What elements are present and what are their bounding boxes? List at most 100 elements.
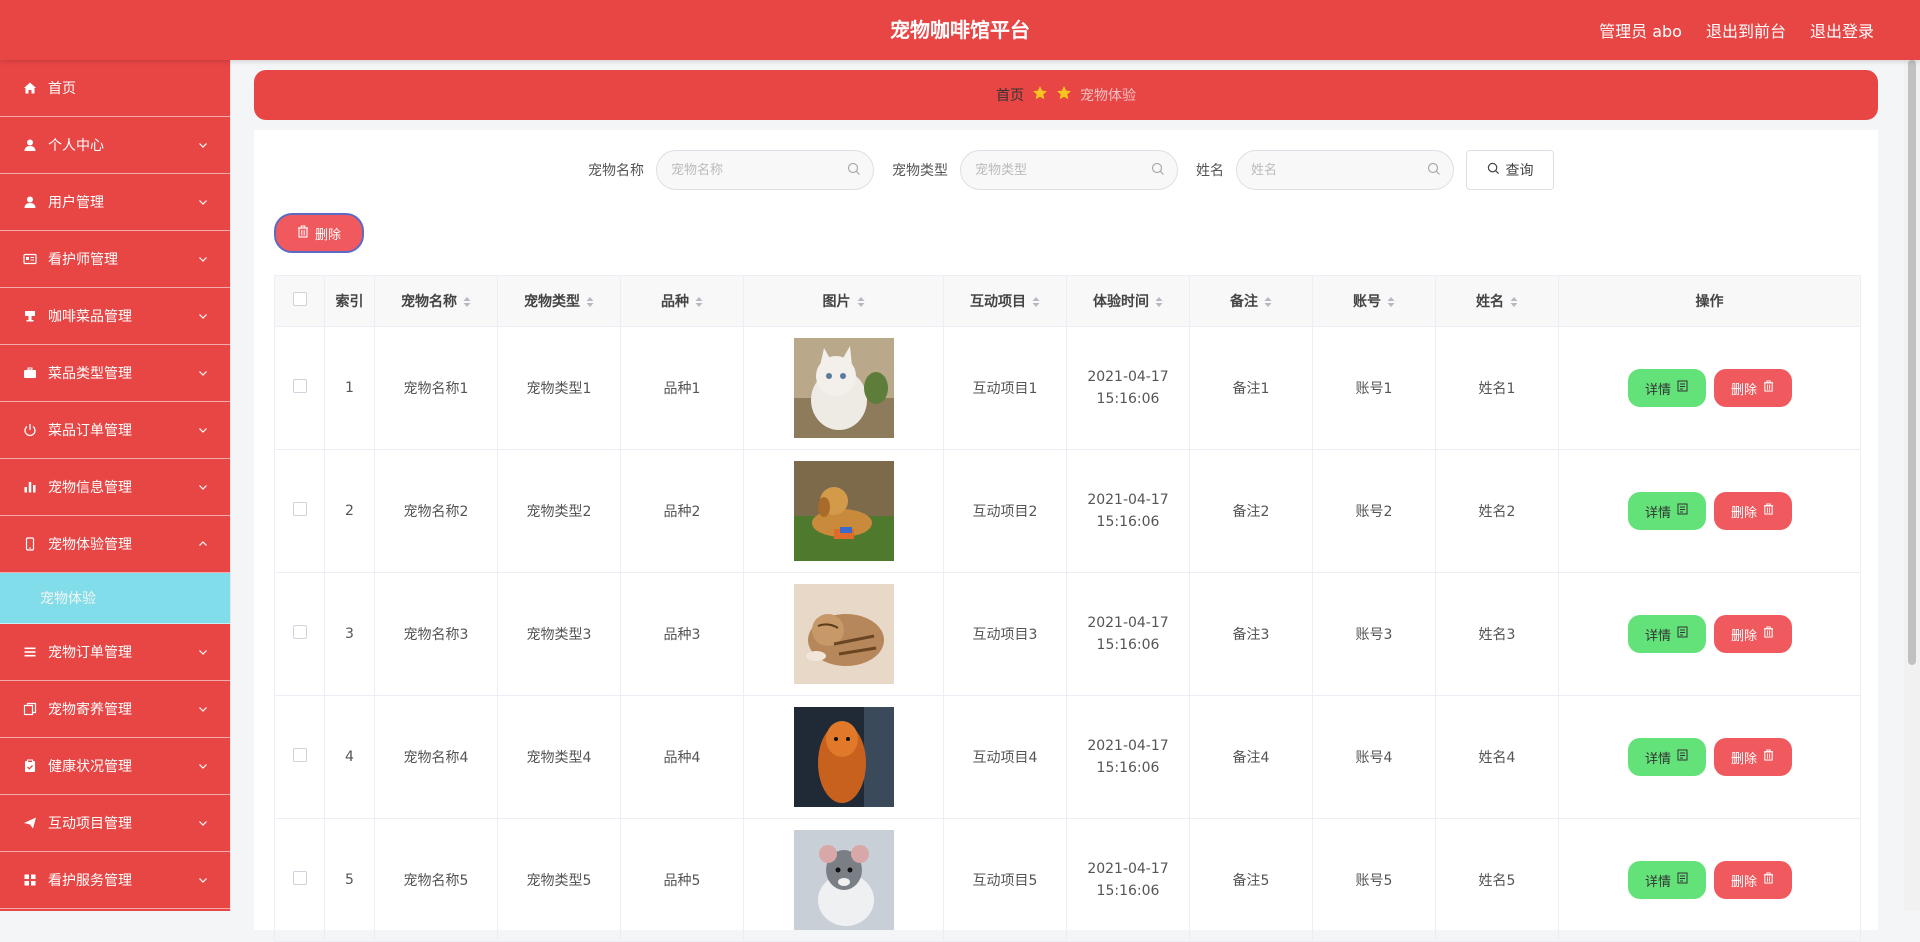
cell-project: 互动项目1: [943, 326, 1067, 450]
row-checkbox[interactable]: [292, 871, 307, 885]
document-icon: [1677, 872, 1688, 888]
chevron-down-icon: [198, 875, 208, 885]
sidebar-item-caretaker-management[interactable]: 看护师管理: [0, 231, 230, 288]
cell-index: 4: [324, 695, 375, 819]
sort-icon[interactable]: [1032, 296, 1040, 308]
sidebar-item-home[interactable]: 首页: [0, 60, 230, 117]
search-icon: [1487, 162, 1500, 179]
column-header[interactable]: 体验时间: [1066, 275, 1190, 327]
sidebar-item-interactive-projects[interactable]: 互动项目管理: [0, 795, 230, 852]
detail-button-label: 详情: [1644, 874, 1671, 890]
back-to-front-link[interactable]: 退出到前台: [1706, 18, 1786, 42]
search-field-pet-name: [656, 150, 874, 190]
cell-image: [743, 818, 944, 942]
sidebar-item-pet-experience[interactable]: 宠物体验管理: [0, 516, 230, 573]
cell-account: 账号2: [1312, 449, 1436, 573]
chevron-down-icon: [198, 818, 208, 828]
delete-button[interactable]: 删除: [1713, 615, 1792, 653]
column-header[interactable]: 账号: [1312, 275, 1436, 327]
name-input[interactable]: [1237, 151, 1423, 189]
sidebar-subitem-pet-experience[interactable]: 宠物体验: [0, 573, 230, 624]
sidebar-item-label: 咖啡菜品管理: [48, 309, 132, 325]
cell-time: 2021-04-17 15:16:06: [1066, 572, 1190, 696]
sidebar-item-coffee-dishes[interactable]: 咖啡菜品管理: [0, 288, 230, 345]
detail-button[interactable]: 详情: [1627, 369, 1706, 407]
cell-project: 互动项目3: [943, 572, 1067, 696]
sidebar-item-pet-info[interactable]: 宠物信息管理: [0, 459, 230, 516]
column-header-label: 宠物名称: [401, 294, 457, 310]
cell-time: 2021-04-17 15:16:06: [1066, 326, 1190, 450]
cell-index: 1: [324, 326, 375, 450]
vertical-scrollbar[interactable]: [1904, 60, 1920, 911]
sort-icon[interactable]: [1264, 296, 1272, 308]
user-icon: [22, 194, 38, 210]
sidebar-item-personal-center[interactable]: 个人中心: [0, 117, 230, 174]
detail-button[interactable]: 详情: [1627, 861, 1706, 899]
cell-note: 备注1: [1189, 326, 1313, 450]
pet-type-input[interactable]: [961, 151, 1147, 189]
row-checkbox[interactable]: [292, 748, 307, 762]
sort-icon[interactable]: [1387, 296, 1395, 308]
document-icon: [1677, 503, 1688, 519]
delete-button[interactable]: 删除: [1713, 369, 1792, 407]
cell-actions: 详情 删除: [1558, 572, 1861, 696]
column-header-label: 备注: [1230, 294, 1258, 310]
cell-account: 账号4: [1312, 695, 1436, 819]
row-checkbox[interactable]: [292, 502, 307, 516]
column-header[interactable]: 互动项目: [943, 275, 1067, 327]
cell-image: [743, 572, 944, 696]
column-header[interactable]: 宠物类型: [497, 275, 621, 327]
scrollbar-thumb[interactable]: [1908, 60, 1916, 665]
pet-name-input[interactable]: [657, 151, 843, 189]
cell-note: 备注2: [1189, 449, 1313, 573]
column-header[interactable]: 图片: [743, 275, 944, 327]
cell-image: [743, 449, 944, 573]
column-header[interactable]: 备注: [1189, 275, 1313, 327]
sidebar-item-dish-types[interactable]: 菜品类型管理: [0, 345, 230, 402]
logout-link[interactable]: 退出登录: [1810, 18, 1874, 42]
column-header[interactable]: 宠物名称: [374, 275, 498, 327]
sort-icon[interactable]: [1155, 296, 1163, 308]
cell-index: 2: [324, 449, 375, 573]
cell-actions: 详情 删除: [1558, 326, 1861, 450]
cell-pet-name: 宠物名称1: [374, 326, 498, 450]
search-icon: [847, 162, 861, 176]
sort-icon[interactable]: [695, 296, 703, 308]
row-checkbox[interactable]: [292, 379, 307, 393]
cell-person: 姓名5: [1435, 818, 1559, 942]
trash-icon: [1763, 626, 1774, 642]
select-all-cell: [274, 275, 325, 327]
cell-time: 2021-04-17 15:16:06: [1066, 695, 1190, 819]
breadcrumb-home[interactable]: 首页: [996, 85, 1024, 105]
sidebar-item-label: 看护服务管理: [48, 873, 132, 889]
delete-button[interactable]: 删除: [1713, 738, 1792, 776]
sort-icon[interactable]: [1510, 296, 1518, 308]
column-header[interactable]: 品种: [620, 275, 744, 327]
sidebar-item-label: 首页: [48, 81, 76, 97]
sort-icon[interactable]: [586, 296, 594, 308]
cell-pet-type: 宠物类型4: [497, 695, 621, 819]
select-all-checkbox[interactable]: [292, 292, 307, 306]
chevron-down-icon: [198, 704, 208, 714]
cell-person: 姓名1: [1435, 326, 1559, 450]
pet-image: [793, 830, 894, 930]
sidebar-item-pet-boarding[interactable]: 宠物寄养管理: [0, 681, 230, 738]
sidebar-item-health-status[interactable]: 健康状况管理: [0, 738, 230, 795]
detail-button[interactable]: 详情: [1627, 615, 1706, 653]
sidebar-item-care-services[interactable]: 看护服务管理: [0, 852, 230, 909]
delete-button[interactable]: 删除: [1713, 861, 1792, 899]
query-button[interactable]: 查询: [1466, 150, 1554, 190]
sort-icon[interactable]: [463, 296, 471, 308]
sidebar-item-user-management[interactable]: 用户管理: [0, 174, 230, 231]
sidebar-item-dish-orders[interactable]: 菜品订单管理: [0, 402, 230, 459]
star-icon: [1032, 85, 1048, 105]
detail-button[interactable]: 详情: [1627, 492, 1706, 530]
sidebar-item-pet-orders[interactable]: 宠物订单管理: [0, 624, 230, 681]
batch-delete-button[interactable]: 删除: [274, 213, 364, 253]
row-checkbox[interactable]: [292, 625, 307, 639]
delete-button[interactable]: 删除: [1713, 492, 1792, 530]
sort-icon[interactable]: [857, 296, 865, 308]
detail-button[interactable]: 详情: [1627, 738, 1706, 776]
cell-index: 5: [324, 818, 375, 942]
column-header[interactable]: 姓名: [1435, 275, 1559, 327]
